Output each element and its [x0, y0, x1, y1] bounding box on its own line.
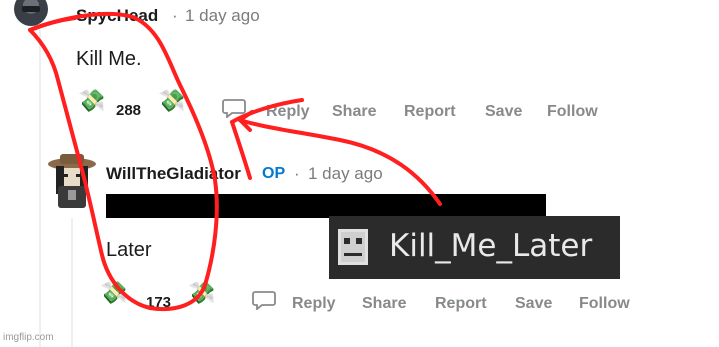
- save-button[interactable]: Save: [515, 295, 552, 313]
- chat-bubble-icon[interactable]: [222, 98, 246, 118]
- username-overlay: Kill_Me_Later: [329, 216, 620, 279]
- reply-button[interactable]: Reply: [292, 295, 336, 313]
- avatar[interactable]: [14, 0, 48, 26]
- comment-text: Kill Me.: [76, 48, 142, 70]
- comment-timestamp[interactable]: 1 day ago: [185, 6, 260, 26]
- comment-username[interactable]: SpycHead: [76, 6, 158, 26]
- thread-line: [39, 30, 41, 347]
- pixel-face-icon: [338, 229, 368, 265]
- op-badge: OP: [262, 165, 286, 182]
- report-button[interactable]: Report: [404, 103, 456, 121]
- share-button[interactable]: Share: [362, 295, 406, 313]
- money-with-wings-icon[interactable]: 💸: [100, 282, 127, 304]
- comment-text: Later: [106, 239, 152, 261]
- avatar[interactable]: [44, 152, 100, 212]
- chat-bubble-icon[interactable]: [252, 290, 276, 310]
- overlay-username: Kill_Me_Later: [389, 228, 593, 264]
- watermark: imgflip.com: [3, 332, 54, 343]
- comment-username[interactable]: WillTheGladiator: [106, 164, 241, 184]
- separator: ·: [294, 164, 300, 183]
- share-button[interactable]: Share: [332, 103, 376, 121]
- reply-button[interactable]: Reply: [266, 103, 310, 121]
- follow-button[interactable]: Follow: [579, 295, 630, 313]
- comment-timestamp[interactable]: 1 day ago: [308, 164, 383, 184]
- save-button[interactable]: Save: [485, 103, 522, 121]
- money-with-wings-icon[interactable]: 💸: [78, 90, 105, 112]
- thread-line-reply: [71, 218, 73, 347]
- follow-button[interactable]: Follow: [547, 103, 598, 121]
- vote-score: 173: [146, 294, 172, 311]
- vote-score: 288: [116, 102, 142, 119]
- redaction-bar: [106, 194, 546, 218]
- money-with-wings-icon[interactable]: 💸: [158, 90, 185, 112]
- money-with-wings-icon[interactable]: 💸: [188, 282, 215, 304]
- separator: ·: [172, 6, 178, 25]
- report-button[interactable]: Report: [435, 295, 487, 313]
